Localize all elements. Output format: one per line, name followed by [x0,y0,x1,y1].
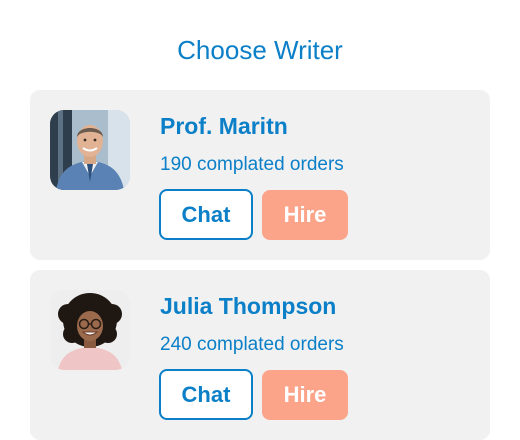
writer-name: Julia Thompson [160,293,337,319]
orders-count: 240 complated orders [160,334,344,355]
avatar-male-icon [50,110,130,190]
avatar-female-icon [50,290,130,370]
writer-name: Prof. Maritn [160,113,288,139]
writer-card: Prof. Maritn 190 complated orders Chat H… [30,90,490,260]
chat-button[interactable]: Chat [159,369,253,420]
hire-button[interactable]: Hire [262,190,348,240]
chat-button[interactable]: Chat [159,189,253,240]
orders-count: 190 complated orders [160,154,344,175]
hire-button[interactable]: Hire [262,370,348,420]
page-title: Choose Writer [177,35,343,65]
writer-card: Julia Thompson 240 complated orders Chat… [30,270,490,440]
